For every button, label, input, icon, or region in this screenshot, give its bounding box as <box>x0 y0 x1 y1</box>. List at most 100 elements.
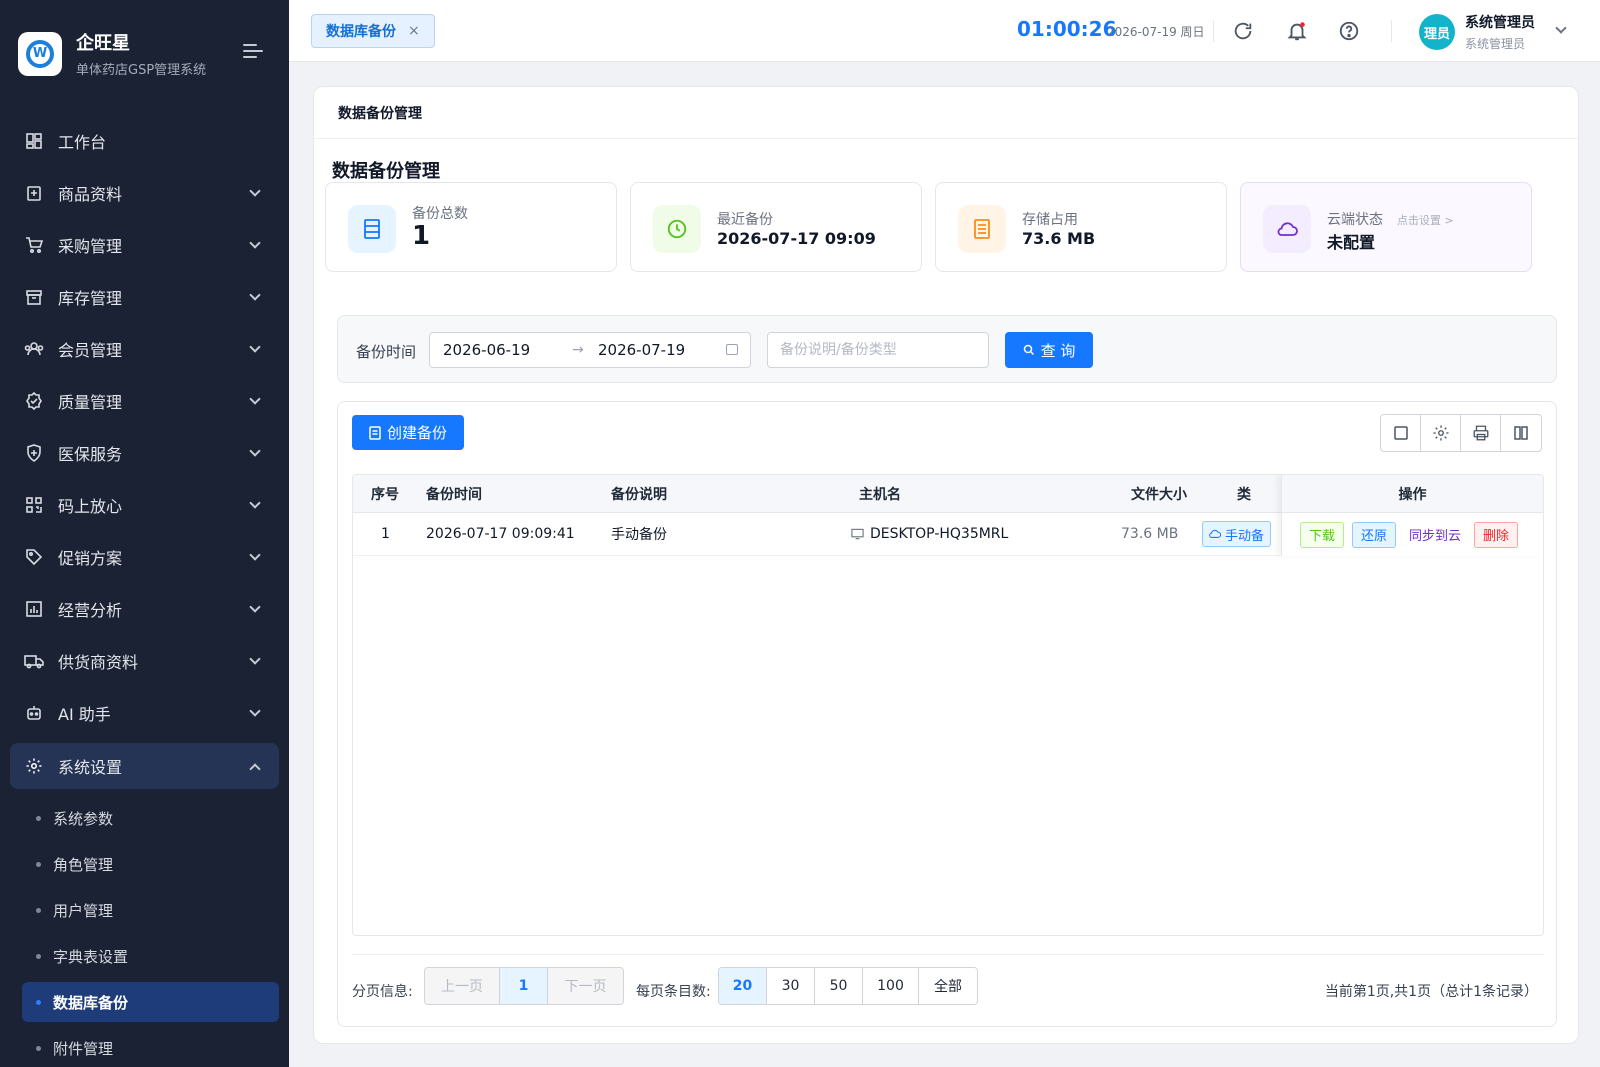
query-button[interactable]: 查 询 <box>1005 332 1093 368</box>
sidebar-item-label: 质量管理 <box>58 393 123 412</box>
logo: W <box>18 31 62 76</box>
create-backup-button[interactable]: 创建备份 <box>352 415 464 450</box>
page-summary: 当前第1页,共1页（总计1条记录） <box>1324 984 1538 1000</box>
page-size-option[interactable]: 100 <box>863 968 919 1004</box>
chevron-down-icon <box>249 549 261 561</box>
stat-label: 备份总数 <box>412 206 468 222</box>
download-button[interactable]: 下载 <box>1300 521 1345 548</box>
search-icon <box>1023 344 1034 356</box>
sidebar-item-6[interactable]: 医保服务 <box>0 427 289 479</box>
sidebar-item-3[interactable]: 库存管理 <box>0 271 289 323</box>
prev-page-button[interactable]: 上一页 <box>425 968 500 1004</box>
page-nav: 上一页 1 下一页 <box>424 967 624 1005</box>
sidebar-item-label: 采购管理 <box>58 237 123 256</box>
user-name[interactable]: 系统管理员 <box>1465 12 1535 32</box>
stat-label: 最近备份 <box>717 212 773 228</box>
submenu-item-label: 字典表设置 <box>53 947 129 966</box>
stat-card[interactable]: 云端状态 未配置 点击设置 > <box>1240 182 1532 272</box>
submenu-item-2[interactable]: 用户管理 <box>0 887 289 933</box>
col-actions: 操作 <box>1282 475 1543 513</box>
stat-label: 存储占用 <box>1022 212 1078 228</box>
stat-value: 2026-07-17 09:09 <box>717 229 876 248</box>
search-input[interactable] <box>767 332 989 368</box>
sidebar-item-5[interactable]: 质量管理 <box>0 375 289 427</box>
stat-label: 云端状态 <box>1327 212 1383 228</box>
chevron-down-icon <box>249 445 261 457</box>
main-panel: 数据备份管理 数据备份管理 备份总数 1 最近备份 2026-07-17 09:09 存… <box>313 86 1579 1044</box>
page-size-option[interactable]: 全部 <box>919 968 977 1004</box>
sidebar-item-1[interactable]: 商品资料 <box>0 167 289 219</box>
submenu-item-4[interactable]: 数据库备份 <box>22 982 279 1022</box>
submenu-item-1[interactable]: 角色管理 <box>0 841 289 887</box>
restore-button[interactable]: 还原 <box>1352 521 1397 548</box>
columns-icon[interactable] <box>1501 415 1541 451</box>
close-icon[interactable]: × <box>408 23 420 39</box>
fullscreen-icon[interactable] <box>1381 415 1421 451</box>
print-icon[interactable] <box>1461 415 1501 451</box>
sidebar-item-2[interactable]: 采购管理 <box>0 219 289 271</box>
submenu-item-label: 系统参数 <box>53 809 114 828</box>
range-arrow-icon: → <box>572 342 584 358</box>
settings-icon[interactable] <box>1421 415 1461 451</box>
page-size-option[interactable]: 20 <box>719 968 767 1004</box>
col-index: 序号 <box>371 486 399 503</box>
sidebar-item-label: 码上放心 <box>58 497 123 516</box>
database-icon <box>348 205 396 253</box>
chevron-down-icon <box>249 705 261 717</box>
bell-icon[interactable] <box>1283 17 1311 45</box>
sidebar-item-4[interactable]: 会员管理 <box>0 323 289 375</box>
tab-database-backup[interactable]: 数据库备份 × <box>311 14 435 48</box>
stat-card: 最近备份 2026-07-17 09:09 <box>630 182 922 272</box>
start-date[interactable]: 2026-06-19 <box>443 341 530 359</box>
end-date[interactable]: 2026-07-19 <box>598 341 685 359</box>
sidebar-item-label: 经营分析 <box>58 601 123 620</box>
sidebar-item-7[interactable]: 码上放心 <box>0 479 289 531</box>
date-range-picker[interactable]: 2026-06-19 → 2026-07-19 <box>429 332 751 368</box>
col-type: 类 <box>1237 486 1251 503</box>
sync-cloud-button[interactable]: 同步到云 <box>1404 522 1466 548</box>
sidebar-item-8[interactable]: 促销方案 <box>0 531 289 583</box>
cloud-settings-link[interactable]: 点击设置 > <box>1397 212 1454 228</box>
sidebar-item-0[interactable]: 工作台 <box>0 115 289 167</box>
refresh-icon[interactable] <box>1229 17 1257 45</box>
submenu-item-label: 用户管理 <box>53 901 114 920</box>
page-size-option[interactable]: 50 <box>815 968 863 1004</box>
tab-label: 数据库备份 <box>326 24 396 40</box>
page-1-button[interactable]: 1 <box>500 968 548 1004</box>
dashboard-icon <box>24 131 44 151</box>
stat-value: 1 <box>412 221 431 251</box>
inventory-icon <box>24 287 44 307</box>
sidebar-item-label: 库存管理 <box>58 289 123 308</box>
clock: 01:00:26 <box>1017 17 1117 41</box>
delete-button[interactable]: 删除 <box>1474 521 1519 548</box>
table-area: 创建备份 序号 备份时间 备份说明 主机名 文件大小 类 1 2026-07-1… <box>337 401 1557 1027</box>
storage-icon <box>958 205 1006 253</box>
sidebar-item-label: 工作台 <box>58 133 107 152</box>
submenu-item-5[interactable]: 附件管理 <box>0 1025 289 1067</box>
analytics-icon <box>24 599 44 619</box>
next-page-button[interactable]: 下一页 <box>548 968 623 1004</box>
page-size-label: 每页条目数: <box>636 984 711 1000</box>
sidebar-item-10[interactable]: 供货商资料 <box>0 635 289 687</box>
chevron-down-icon <box>249 289 261 301</box>
chevron-down-icon <box>249 185 261 197</box>
sidebar-item-11[interactable]: AI 助手 <box>0 687 289 739</box>
panel-breadcrumb: 数据备份管理 <box>314 87 1578 139</box>
tag-icon <box>24 547 44 567</box>
sidebar-item-9[interactable]: 经营分析 <box>0 583 289 635</box>
submenu-item-0[interactable]: 系统参数 <box>0 795 289 841</box>
page-size-option[interactable]: 30 <box>767 968 815 1004</box>
sidebar-item-label: 商品资料 <box>58 185 123 204</box>
app-title: 企旺星 <box>76 33 130 54</box>
sidebar-item-label: 会员管理 <box>58 341 123 360</box>
collapse-menu-icon[interactable] <box>243 44 263 60</box>
chevron-down-icon[interactable] <box>1555 22 1567 34</box>
page-size-options: 20 30 50 100 全部 <box>718 967 978 1005</box>
quality-icon <box>24 391 44 411</box>
avatar[interactable]: 理员 <box>1419 14 1455 50</box>
chevron-down-icon <box>249 497 261 509</box>
submenu-item-3[interactable]: 字典表设置 <box>0 933 289 979</box>
help-icon[interactable] <box>1335 17 1363 45</box>
sidebar-item-12[interactable]: 系统设置 <box>10 743 279 789</box>
bullet-icon <box>36 907 41 913</box>
